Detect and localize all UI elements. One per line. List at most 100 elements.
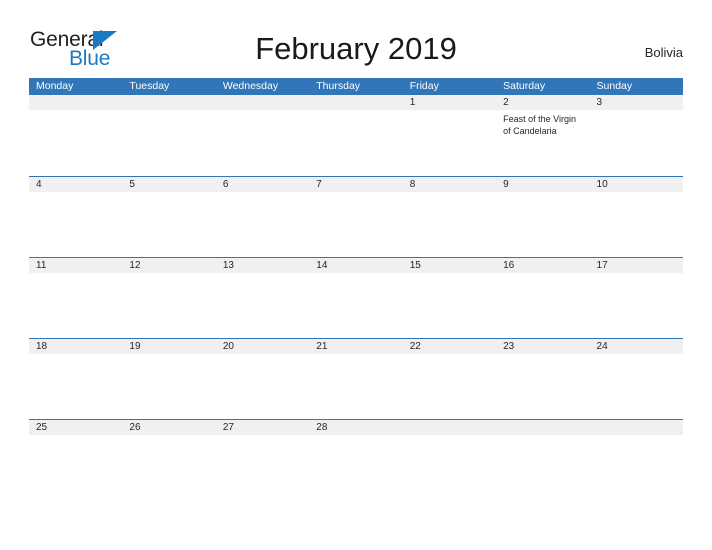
- day-number: 12: [129, 260, 141, 271]
- day-number-band: [29, 95, 123, 110]
- day-number-band: [402, 95, 497, 110]
- weekday-header-sunday: Sunday: [596, 80, 633, 92]
- country-label: Bolivia: [644, 45, 683, 60]
- day-number: 11: [36, 260, 47, 271]
- day-number: 6: [222, 179, 229, 190]
- day-number: 27: [222, 422, 234, 433]
- day-number: 16: [503, 260, 515, 271]
- weekday-header-friday: Friday: [409, 80, 439, 92]
- day-number-band: [29, 177, 123, 192]
- calendar-day-cell[interactable]: 23: [496, 339, 590, 419]
- day-number-band: [215, 95, 310, 110]
- day-number: 3: [596, 97, 603, 108]
- calendar-day-cell-empty[interactable]: [215, 95, 310, 176]
- calendar-week-row: 4 5 6 7 8 9 10: [29, 176, 683, 257]
- calendar-day-cell[interactable]: 2 Feast of the Virgin of Candelaria: [496, 95, 590, 176]
- weekday-header-row: Monday Tuesday Wednesday Thursday Friday…: [29, 78, 683, 95]
- calendar-day-cell[interactable]: 17: [589, 258, 683, 338]
- day-number-band: [309, 177, 403, 192]
- day-number: 10: [596, 179, 608, 190]
- calendar-week-row: 11 12 13 14 15 16 17: [29, 257, 683, 338]
- weekday-header-saturday: Saturday: [503, 80, 546, 92]
- day-number: 28: [316, 422, 328, 433]
- calendar-day-cell[interactable]: 6: [215, 177, 310, 257]
- calendar-day-cell[interactable]: 9: [496, 177, 590, 257]
- calendar-day-cell[interactable]: 28: [309, 420, 403, 500]
- weekday-header-wednesday: Wednesday: [222, 80, 279, 92]
- calendar-day-cell-empty[interactable]: [309, 95, 403, 176]
- page-header: General Blue February 2019 Bolivia: [0, 0, 712, 76]
- day-number: 1: [409, 97, 416, 108]
- calendar-day-cell[interactable]: 15: [402, 258, 497, 338]
- day-number: 15: [409, 260, 421, 271]
- day-number-band: [496, 177, 590, 192]
- calendar-day-cell[interactable]: 8: [402, 177, 497, 257]
- calendar-day-cell-empty[interactable]: [402, 420, 497, 500]
- calendar-day-cell-empty[interactable]: [122, 95, 216, 176]
- calendar-day-cell[interactable]: 10: [589, 177, 683, 257]
- day-number: 19: [129, 341, 141, 352]
- calendar-day-cell[interactable]: 21: [309, 339, 403, 419]
- calendar-day-cell-empty[interactable]: [496, 420, 590, 500]
- day-number: 2: [503, 97, 509, 108]
- calendar-day-cell-empty[interactable]: [29, 95, 123, 176]
- day-number-band: [402, 177, 497, 192]
- weekday-header-thursday: Thursday: [316, 80, 361, 92]
- calendar-day-cell[interactable]: 5: [122, 177, 216, 257]
- day-number-band: [589, 420, 683, 435]
- calendar-day-cell[interactable]: 4: [29, 177, 123, 257]
- calendar-page: General Blue February 2019 Bolivia Monda…: [0, 0, 712, 550]
- calendar-day-cell[interactable]: 14: [309, 258, 403, 338]
- calendar-weeks: 1 2 Feast of the Virgin of Candelaria 3 4 5 6 7…: [29, 95, 683, 500]
- calendar-day-cell[interactable]: 24: [589, 339, 683, 419]
- calendar-day-cell[interactable]: 22: [402, 339, 497, 419]
- holiday-label: Feast of the Virgin of Candelaria: [503, 114, 576, 136]
- calendar-day-cell[interactable]: 26: [122, 420, 216, 500]
- day-number-band: [496, 420, 590, 435]
- day-events: Feast of the Virgin of Candelaria: [503, 113, 585, 139]
- day-number-band: [309, 95, 403, 110]
- calendar-day-cell[interactable]: 18: [29, 339, 123, 419]
- day-number: 20: [222, 341, 234, 352]
- day-number: 25: [36, 422, 48, 433]
- calendar-day-cell[interactable]: 16: [496, 258, 590, 338]
- calendar-day-cell[interactable]: 1: [402, 95, 497, 176]
- calendar-day-cell[interactable]: 19: [122, 339, 216, 419]
- calendar-day-cell[interactable]: 13: [215, 258, 310, 338]
- day-number: 26: [129, 422, 141, 433]
- calendar-day-cell[interactable]: 20: [215, 339, 310, 419]
- day-number: 5: [129, 179, 135, 190]
- calendar-day-cell-empty[interactable]: [589, 420, 683, 500]
- day-number: 22: [409, 341, 421, 352]
- calendar-day-cell[interactable]: 12: [122, 258, 216, 338]
- calendar-grid: Monday Tuesday Wednesday Thursday Friday…: [29, 78, 683, 500]
- day-number: 8: [409, 179, 416, 190]
- day-number: 9: [503, 179, 509, 190]
- day-number: 17: [596, 260, 608, 271]
- day-number: 13: [222, 260, 234, 271]
- calendar-day-cell[interactable]: 7: [309, 177, 403, 257]
- calendar-week-row: 25 26 27 28: [29, 419, 683, 500]
- calendar-week-row: 18 19 20 21 22 23 24: [29, 338, 683, 419]
- day-number-band: [215, 177, 310, 192]
- day-number-band: [122, 177, 216, 192]
- weekday-header-monday: Monday: [36, 80, 74, 92]
- day-number-band: [496, 95, 590, 110]
- day-number: 21: [316, 341, 328, 352]
- day-number: 7: [316, 179, 322, 190]
- day-number: 4: [36, 179, 42, 190]
- page-title: February 2019: [255, 31, 457, 66]
- calendar-day-cell[interactable]: 25: [29, 420, 123, 500]
- day-number: 18: [36, 341, 48, 352]
- calendar-week-row: 1 2 Feast of the Virgin of Candelaria 3: [29, 95, 683, 176]
- calendar-day-cell[interactable]: 3: [589, 95, 683, 176]
- calendar-day-cell[interactable]: 27: [215, 420, 310, 500]
- day-number-band: [122, 95, 216, 110]
- day-number-band: [589, 95, 683, 110]
- day-number: 24: [596, 341, 608, 352]
- day-number-band: [402, 420, 497, 435]
- day-number: 14: [316, 260, 328, 271]
- weekday-header-tuesday: Tuesday: [129, 80, 170, 92]
- day-number: 23: [503, 341, 515, 352]
- calendar-day-cell[interactable]: 11: [29, 258, 123, 338]
